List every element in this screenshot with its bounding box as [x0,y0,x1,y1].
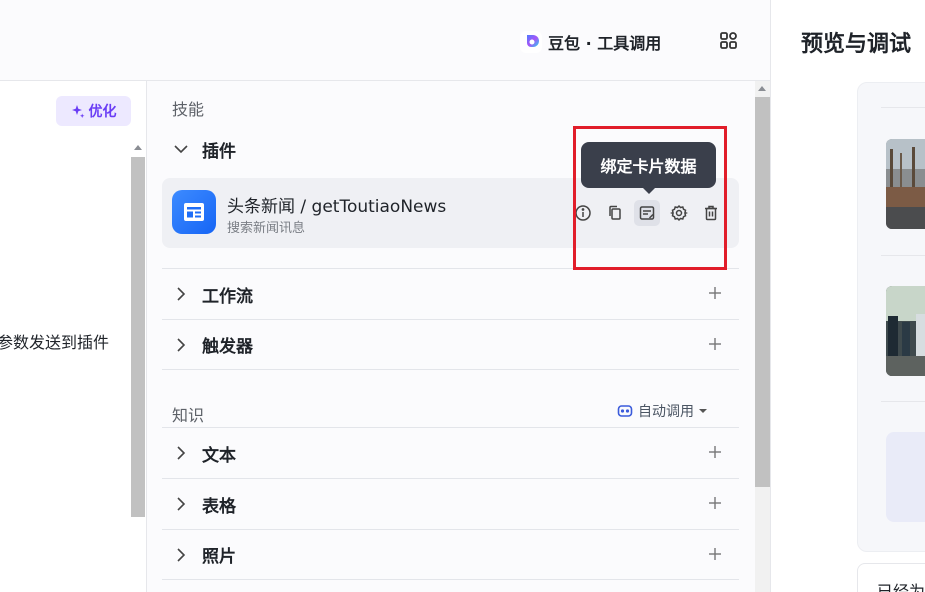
workflow-title: 工作流 [202,286,253,307]
knowledge-text-title: 文本 [202,445,236,466]
sparkle-icon [71,105,84,118]
plugins-title: 插件 [202,141,236,162]
add-photo-icon[interactable] [707,546,723,562]
add-workflow-icon[interactable] [707,285,723,301]
knowledge-photo-row[interactable]: 照片 [162,529,739,580]
divider [881,401,925,402]
top-header: 豆包 · 工具调用 [0,0,770,81]
knowledge-section-title: 知识 [172,406,205,425]
add-trigger-icon[interactable] [707,336,723,352]
chevron-down-icon [174,145,188,154]
knowledge-table-row[interactable]: 表格 [162,478,739,529]
optimize-label: 优化 [88,104,117,120]
preview-message-text: 已经为 [877,582,925,592]
chevron-right-icon [177,337,186,352]
plugin-description: 搜索新闻讯息 [227,221,306,236]
chevron-right-icon [177,446,186,460]
chevron-right-icon [177,547,186,562]
preview-card [886,432,925,522]
skills-section-title: 技能 [172,100,205,119]
skills-scrollbar[interactable] [755,81,770,592]
divider [881,107,925,108]
knowledge-table-title: 表格 [202,496,236,517]
news-plugin-icon [172,190,216,234]
scroll-up-icon[interactable] [134,145,142,150]
optimize-button[interactable]: 优化 [56,96,131,126]
robot-icon [617,405,633,417]
auto-call-label: 自动调用 [638,404,694,420]
workflow-row[interactable]: 工作流 [162,268,739,319]
knowledge-text-row[interactable]: 文本 [162,427,739,478]
chevron-right-icon [177,497,186,511]
add-text-icon[interactable] [707,444,723,460]
news-thumbnail[interactable] [886,139,925,229]
add-table-icon[interactable] [707,495,723,511]
preview-title: 预览与调试 [801,32,912,57]
knowledge-photo-title: 照片 [202,547,236,567]
scroll-up-icon[interactable] [758,86,766,91]
news-thumbnail[interactable] [886,286,925,376]
preview-panel: 预览与调试 已经为 [770,0,925,592]
prompt-scrollbar[interactable] [131,141,145,592]
caret-down-icon [699,409,707,413]
model-selector[interactable]: 豆包 · 工具调用 [520,28,661,56]
highlight-box [573,126,727,270]
chevron-right-icon [177,287,186,301]
scrollbar-thumb[interactable] [131,157,145,517]
apps-grid-icon[interactable] [718,30,740,52]
scrollbar-thumb[interactable] [755,97,770,487]
prompt-text: 参数发送到插件 [0,333,110,352]
model-label: 豆包 · 工具调用 [548,34,662,53]
trigger-row[interactable]: 触发器 [162,319,739,370]
prompt-panel: 优化 参数发送到插件 [0,81,147,592]
plugin-name: 头条新闻 / getToutiaoNews [227,197,447,217]
doubao-logo-icon [520,31,542,53]
auto-call-dropdown[interactable]: 自动调用 [617,401,707,421]
trigger-title: 触发器 [202,337,253,357]
divider [881,255,925,256]
